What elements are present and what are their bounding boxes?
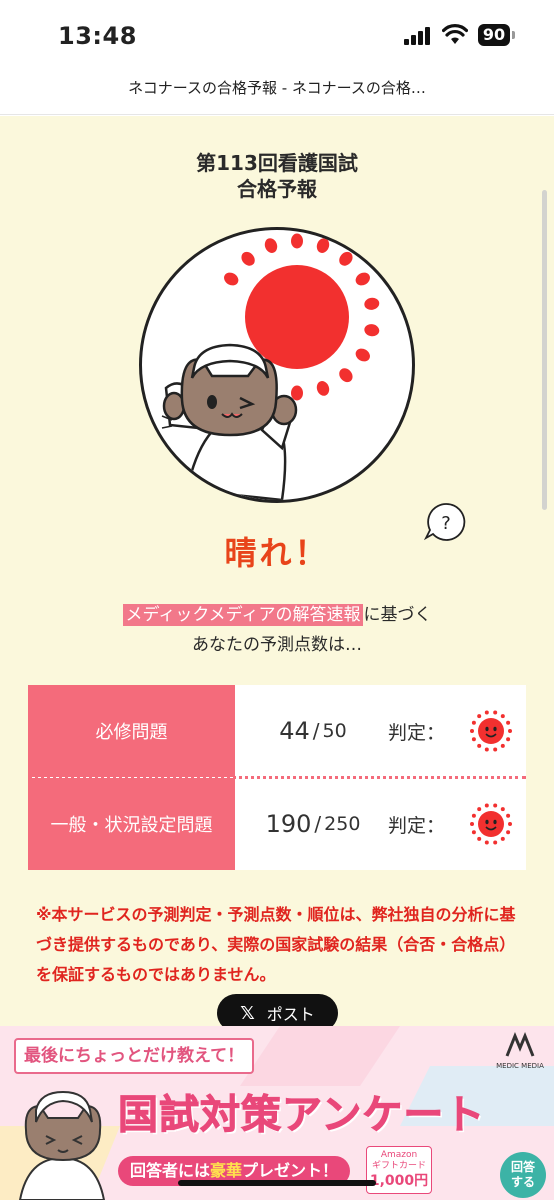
sun-icon <box>161 233 380 500</box>
survey-banner[interactable]: 最後にちょっとだけ教えて！ 国試対策アンケート 回答者には豪華プレゼント！ Am… <box>0 1026 554 1200</box>
sub-post: プレゼント！ <box>242 1161 339 1180</box>
sun-ray-dot <box>500 743 505 748</box>
row-label: 必修問題 <box>28 685 235 777</box>
logo-text: MEDIC MEDIA <box>496 1062 544 1070</box>
score-slash: / <box>312 719 320 743</box>
browser-title-bar[interactable]: ネコナースの合格予報 - ネコナースの合格… <box>0 70 554 115</box>
sun-ray-dot <box>493 803 498 808</box>
sun-ray-dot <box>506 830 511 835</box>
source-highlight[interactable]: メディックメディアの解答速報 <box>122 604 364 626</box>
amazon-line2: ギフトカード <box>371 1161 426 1171</box>
wifi-icon <box>442 24 468 44</box>
sun-ray-dot <box>264 238 278 253</box>
medic-media-logo: MEDIC MEDIA <box>494 1032 546 1080</box>
sun-ray-dot <box>241 251 255 266</box>
sun-ray-dot <box>508 822 512 826</box>
sun-ray-dot <box>484 840 489 845</box>
sun-ray-dot <box>471 737 476 742</box>
amazon-gift-card: Amazon ギフトカード 1,000円 <box>366 1146 432 1194</box>
post-label: ポスト <box>266 1005 315 1024</box>
sun-ray-dot <box>470 822 474 826</box>
sun-ray-dot <box>508 729 512 733</box>
sun-ray-dot <box>355 348 370 362</box>
amazon-line1: Amazon <box>380 1150 418 1160</box>
score-value: 190 / 250 <box>243 778 383 870</box>
intro-suffix: に基づく <box>363 605 432 625</box>
scrollbar[interactable] <box>542 190 547 510</box>
sun-ray-dot <box>484 710 489 715</box>
sun-ray-dot <box>500 836 505 841</box>
sun-ray-dot <box>339 251 353 266</box>
amazon-amount: 1,000円 <box>369 1173 429 1189</box>
score-slash: / <box>314 812 322 836</box>
sun-ray-dot <box>470 729 474 733</box>
row-label: 一般・状況設定問題 <box>28 778 235 870</box>
sub-gold: 豪華 <box>210 1161 243 1180</box>
sun-ray-dot <box>493 840 498 845</box>
score-row-required: 必修問題 44 / 50 判定： <box>28 685 526 779</box>
sun-ray-dot <box>471 720 476 725</box>
disclaimer-notice: ※本サービスの予測判定・予測点数・順位は、弊社独自の分析に基づき提供するものであ… <box>36 905 516 984</box>
status-time: 13:48 <box>58 22 137 50</box>
sun-ray-dot <box>316 238 330 253</box>
sun-ray-dot <box>364 324 380 337</box>
answer-line1: 回答 <box>510 1160 535 1174</box>
sun-icon <box>470 710 512 752</box>
sun-ray-dot <box>500 807 505 812</box>
answer-line2: する <box>510 1175 535 1189</box>
sun-ray-dot <box>477 807 482 812</box>
intro-line-1: メディックメディアの解答速報 に基づく <box>0 600 554 626</box>
sun-ray-dot <box>477 836 482 841</box>
sun-ray-dot <box>339 368 353 383</box>
sun-ray-dot <box>477 714 482 719</box>
answer-button[interactable]: 回答 する <box>500 1152 546 1198</box>
score-number: 190 <box>265 810 312 838</box>
sun-ray-dot <box>506 720 511 725</box>
sun-ray-dot <box>506 737 511 742</box>
battery-icon: 90 <box>478 24 510 46</box>
sun-ray-dot <box>477 743 482 748</box>
sun-ray-dot <box>224 272 239 286</box>
sun-icon <box>470 803 512 845</box>
sun-ray-dot <box>316 381 330 396</box>
sun-ray-dot <box>291 385 303 401</box>
judge-label: 判定： <box>388 721 446 744</box>
sun-ray-dot <box>484 747 489 752</box>
sun-ray-dot <box>355 272 370 286</box>
score-value: 44 / 50 <box>243 685 383 777</box>
cat-nurse-illustration <box>18 1090 106 1200</box>
score-total: 250 <box>324 813 361 835</box>
sun-ray-dot <box>484 803 489 808</box>
sun-ray-dot <box>493 710 498 715</box>
signal-icon <box>404 27 434 45</box>
judge-label: 判定： <box>388 814 446 837</box>
forecast-illustration <box>139 227 415 503</box>
score-total: 50 <box>322 720 347 742</box>
sub-pre: 回答者には <box>130 1161 211 1180</box>
score-table: 必修問題 44 / 50 判定： 一般・状況設定問題 190 / 250 判定： <box>28 685 526 870</box>
home-indicator[interactable] <box>178 1180 376 1186</box>
page-title: 第113回看護国試 合格予報 <box>0 150 554 202</box>
intro-line-2: あなたの予測点数は… <box>192 635 362 655</box>
x-logo-icon: 𝕏 <box>240 1002 255 1024</box>
logo-mark-icon <box>505 1032 535 1057</box>
banner-main-text: 国試対策アンケート <box>117 1092 486 1139</box>
sun-ray-dot <box>500 714 505 719</box>
status-bar: 13:48 90 <box>0 0 554 70</box>
battery-tip <box>512 31 515 39</box>
sun-ray-dot <box>471 813 476 818</box>
forecast-verdict: 晴れ！ <box>224 534 330 572</box>
banner-top-text: 最後にちょっとだけ教えて！ <box>14 1038 255 1074</box>
title-line-2: 合格予報 <box>237 177 317 201</box>
score-number: 44 <box>279 717 310 745</box>
title-line-1: 第113回看護国試 <box>196 151 358 175</box>
sun-ray-dot <box>506 813 511 818</box>
sun-ray-dot <box>493 747 498 752</box>
sun-ray-dot <box>291 233 303 249</box>
sun-ray-dot <box>471 830 476 835</box>
sun-ray-dot <box>364 297 380 310</box>
score-row-general: 一般・状況設定問題 190 / 250 判定： <box>28 778 526 870</box>
